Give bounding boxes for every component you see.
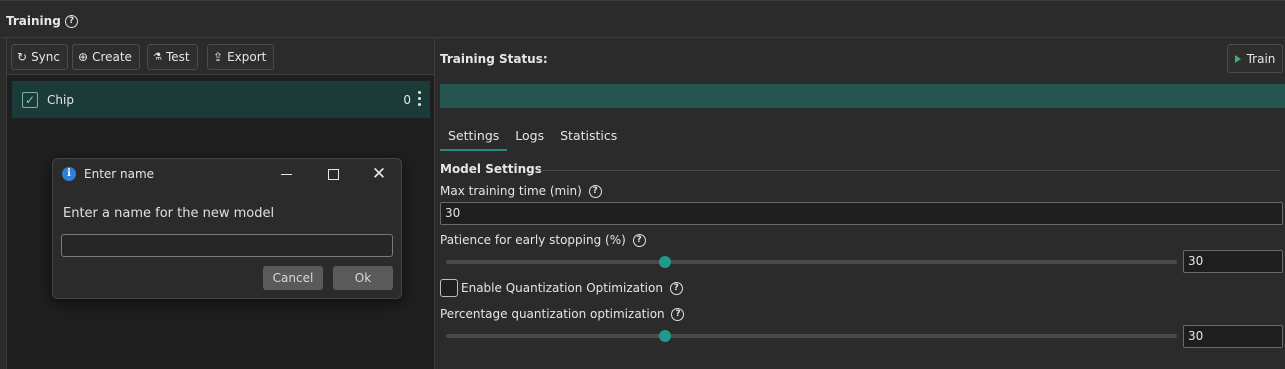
help-icon[interactable]: ? bbox=[65, 15, 78, 28]
training-status-label: Training Status: bbox=[440, 52, 548, 66]
tab-statistics[interactable]: Statistics bbox=[552, 128, 625, 151]
enter-name-dialog: i Enter name ✕ Enter a name for the new … bbox=[52, 158, 402, 299]
sync-button[interactable]: ↻ Sync bbox=[11, 44, 68, 70]
close-button[interactable]: ✕ bbox=[367, 163, 391, 185]
help-icon[interactable]: ? bbox=[632, 234, 646, 247]
model-count: 0 bbox=[403, 92, 411, 107]
slider-handle[interactable] bbox=[659, 256, 672, 268]
minimize-icon bbox=[280, 173, 292, 175]
patience-input[interactable]: 30 bbox=[1183, 250, 1283, 273]
plus-circle-icon: ⊕ bbox=[78, 50, 89, 64]
model-name-input[interactable] bbox=[61, 234, 393, 257]
minimize-button[interactable] bbox=[274, 163, 298, 185]
slider-handle[interactable] bbox=[659, 330, 672, 342]
patience-label: Patience for early stopping (%) bbox=[440, 233, 626, 247]
training-progress-bar bbox=[440, 84, 1285, 108]
close-icon: ✕ bbox=[371, 163, 387, 184]
quant-pct-slider[interactable] bbox=[446, 330, 1177, 342]
refresh-icon: ↻ bbox=[17, 50, 28, 64]
patience-label-row: Patience for early stopping (%) ? bbox=[440, 233, 646, 247]
help-icon[interactable]: ? bbox=[588, 185, 602, 198]
settings-tabs: Settings Logs Statistics bbox=[440, 128, 625, 151]
list-item[interactable]: ✓ Chip 0 bbox=[12, 81, 430, 118]
help-icon[interactable]: ? bbox=[669, 282, 683, 295]
quant-pct-label: Percentage quantization optimization bbox=[440, 307, 665, 321]
cancel-button[interactable]: Cancel bbox=[263, 266, 323, 290]
check-icon: ✓ bbox=[24, 92, 36, 107]
model-settings-heading: Model Settings bbox=[440, 162, 542, 176]
test-button[interactable]: ⚗ Test bbox=[147, 44, 198, 70]
tab-logs[interactable]: Logs bbox=[507, 128, 552, 151]
max-time-label: Max training time (min) bbox=[440, 184, 582, 198]
training-panel: Training Status: Train Settings Logs Sta… bbox=[435, 38, 1285, 369]
create-button[interactable]: ⊕ Create bbox=[72, 44, 140, 70]
quant-enable-label: Enable Quantization Optimization bbox=[461, 281, 663, 295]
export-icon: ⇪ bbox=[213, 50, 224, 64]
model-checkbox[interactable]: ✓ bbox=[22, 91, 38, 108]
quant-pct-label-row: Percentage quantization optimization ? bbox=[440, 307, 685, 321]
panel-header: Training ? bbox=[0, 0, 1285, 38]
quant-pct-input[interactable]: 30 bbox=[1183, 325, 1283, 348]
tab-settings[interactable]: Settings bbox=[440, 128, 508, 151]
play-icon bbox=[1234, 54, 1241, 63]
dialog-message: Enter a name for the new model bbox=[63, 206, 275, 221]
info-icon: i bbox=[62, 167, 76, 181]
flask-icon: ⚗ bbox=[153, 51, 162, 63]
export-button[interactable]: ⇪ Export bbox=[207, 44, 275, 70]
max-time-label-row: Max training time (min) ? bbox=[440, 184, 602, 198]
model-toolbar: ↻ Sync ⊕ Create ⚗ Test ⇪ Export bbox=[7, 38, 434, 75]
ok-button[interactable]: Ok bbox=[333, 266, 393, 290]
quantization-checkbox[interactable] bbox=[440, 279, 458, 297]
more-options-icon[interactable] bbox=[418, 91, 422, 106]
dialog-title: Enter name bbox=[84, 167, 155, 181]
section-divider bbox=[540, 170, 1280, 171]
panel-title: Training bbox=[6, 14, 61, 28]
max-time-input[interactable]: 30 bbox=[440, 202, 1283, 225]
maximize-button[interactable] bbox=[321, 163, 345, 185]
maximize-icon bbox=[327, 168, 339, 180]
patience-slider[interactable] bbox=[446, 256, 1177, 268]
quant-enable-label-row: Enable Quantization Optimization ? bbox=[461, 281, 683, 295]
help-icon[interactable]: ? bbox=[671, 308, 685, 321]
model-name: Chip bbox=[47, 92, 74, 107]
train-button[interactable]: Train bbox=[1227, 44, 1283, 73]
